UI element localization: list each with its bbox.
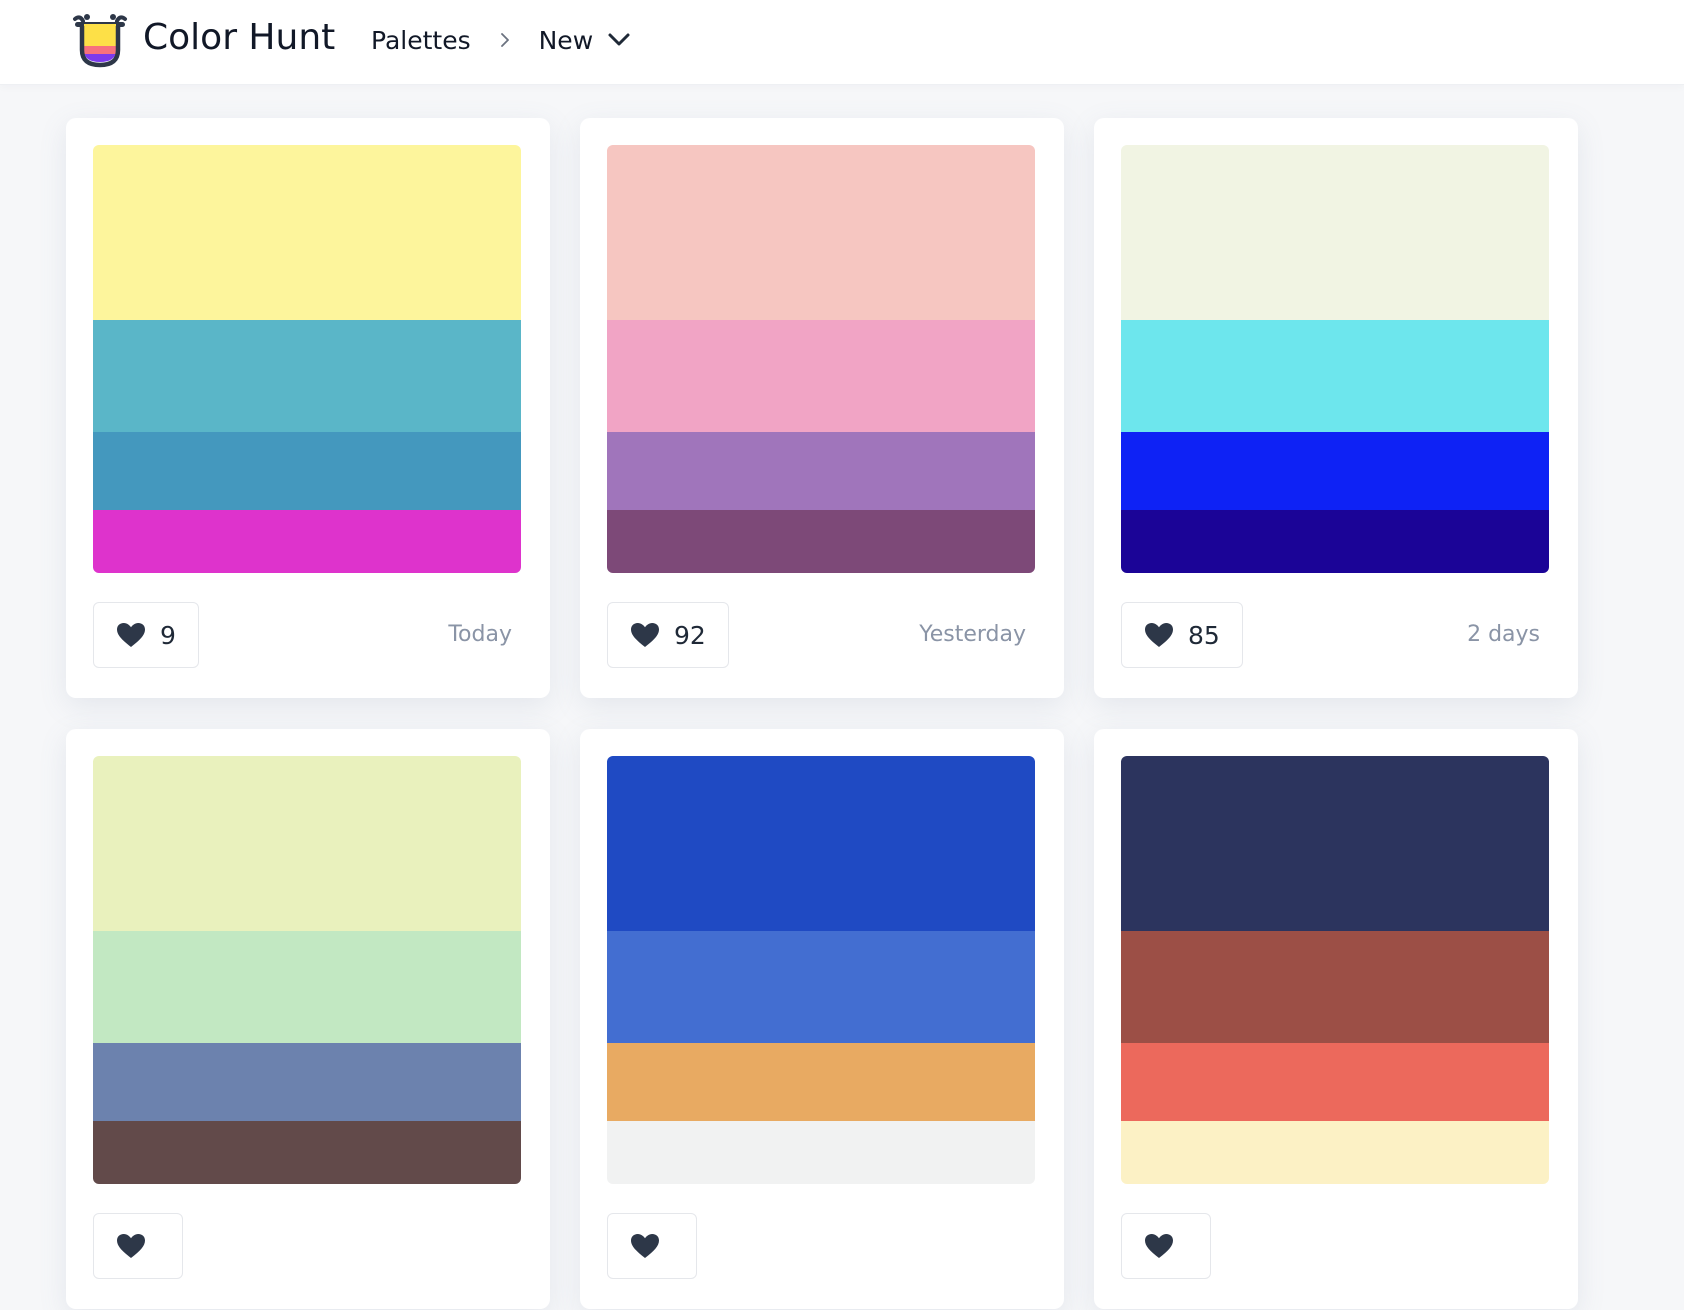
palette-swatches[interactable] — [1121, 756, 1549, 1184]
like-button[interactable]: 9 — [93, 602, 199, 668]
heart-icon — [116, 622, 146, 648]
palette-color-4[interactable] — [1121, 510, 1549, 573]
sort-dropdown[interactable]: New — [539, 26, 632, 55]
breadcrumb: Palettes New — [371, 20, 631, 60]
palette-color-3[interactable] — [1121, 1043, 1549, 1121]
heart-icon — [630, 1233, 660, 1259]
palette-swatches[interactable] — [607, 145, 1035, 573]
heart-icon — [1144, 622, 1174, 648]
heart-icon — [116, 1233, 146, 1259]
like-button[interactable] — [1121, 1213, 1211, 1279]
palette-color-2[interactable] — [607, 931, 1035, 1043]
heart-icon — [1144, 1233, 1174, 1259]
palette-color-3[interactable] — [607, 432, 1035, 510]
heart-icon — [630, 622, 660, 648]
palette-color-2[interactable] — [93, 931, 521, 1043]
palette-color-4[interactable] — [93, 1121, 521, 1184]
like-button[interactable] — [607, 1213, 697, 1279]
palette-swatches[interactable] — [607, 756, 1035, 1184]
palette-swatches[interactable] — [93, 145, 521, 573]
palette-card — [66, 729, 550, 1309]
breadcrumb-palettes-link[interactable]: Palettes — [371, 26, 471, 55]
palette-color-4[interactable] — [1121, 1121, 1549, 1184]
palette-card: 9 Today — [66, 118, 550, 698]
palette-card — [580, 729, 1064, 1309]
chevron-right-icon — [497, 32, 513, 48]
top-header: Color Hunt Palettes New — [0, 0, 1684, 85]
palette-color-2[interactable] — [1121, 931, 1549, 1043]
like-count: 92 — [674, 620, 706, 650]
like-button[interactable]: 85 — [1121, 602, 1243, 668]
palette-color-1[interactable] — [1121, 756, 1549, 931]
palette-color-4[interactable] — [607, 510, 1035, 573]
palette-color-1[interactable] — [1121, 145, 1549, 320]
palette-color-1[interactable] — [607, 756, 1035, 931]
brand-name[interactable]: Color Hunt — [143, 14, 335, 62]
palette-color-3[interactable] — [93, 432, 521, 510]
palette-date: Yesterday — [919, 622, 1026, 647]
palette-swatches[interactable] — [93, 756, 521, 1184]
palette-card — [1094, 729, 1578, 1309]
palette-card: 92 Yesterday — [580, 118, 1064, 698]
palette-color-3[interactable] — [607, 1043, 1035, 1121]
palette-color-1[interactable] — [93, 145, 521, 320]
like-count: 9 — [160, 620, 176, 650]
palette-swatches[interactable] — [1121, 145, 1549, 573]
palette-color-2[interactable] — [1121, 320, 1549, 432]
palette-color-4[interactable] — [93, 510, 521, 573]
palette-card: 85 2 days — [1094, 118, 1578, 698]
palette-color-3[interactable] — [1121, 432, 1549, 510]
like-count: 85 — [1188, 620, 1220, 650]
palette-color-1[interactable] — [93, 756, 521, 931]
palette-color-3[interactable] — [93, 1043, 521, 1121]
palette-color-2[interactable] — [93, 320, 521, 432]
color-hunt-logo-icon[interactable] — [72, 12, 128, 70]
sort-dropdown-label: New — [538, 25, 594, 55]
palette-color-4[interactable] — [607, 1121, 1035, 1184]
like-button[interactable] — [93, 1213, 183, 1279]
chevron-down-icon — [608, 33, 630, 46]
palette-color-2[interactable] — [607, 320, 1035, 432]
like-button[interactable]: 92 — [607, 602, 729, 668]
palette-date: 2 days — [1467, 622, 1540, 647]
palette-date: Today — [448, 622, 512, 647]
palette-color-1[interactable] — [607, 145, 1035, 320]
